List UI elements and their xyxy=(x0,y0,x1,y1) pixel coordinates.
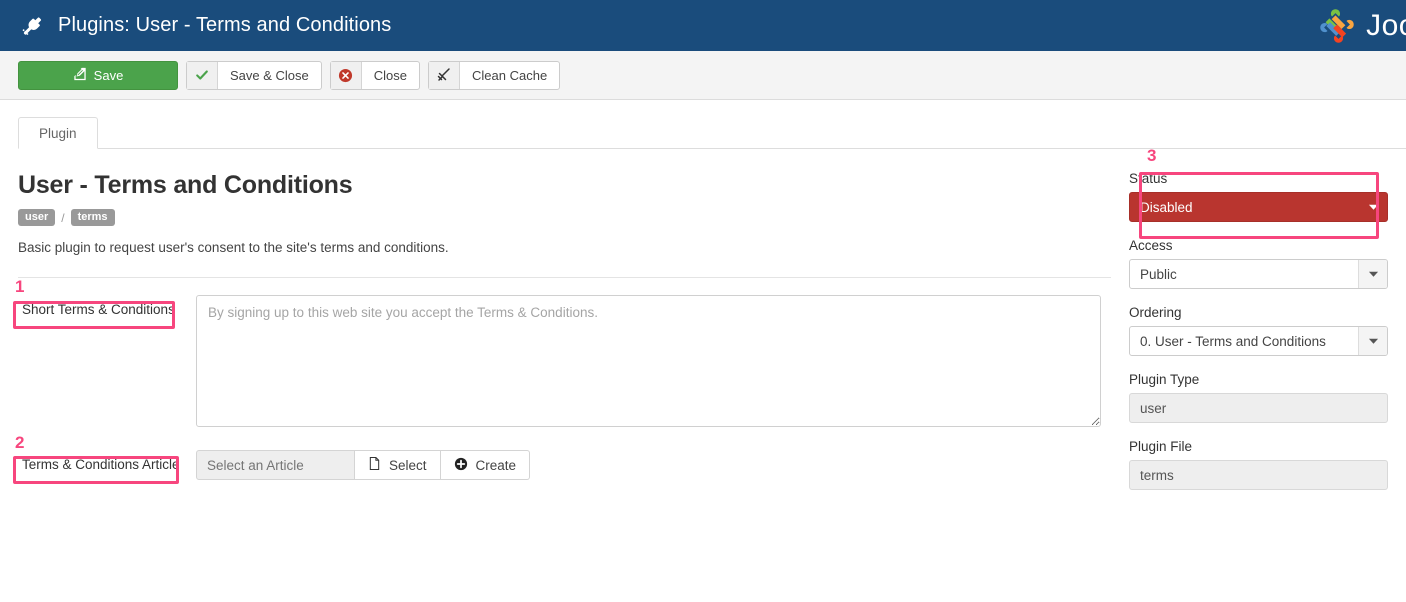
article-input-group: Select Create xyxy=(196,450,1111,481)
sidebar-column: Status Disabled Access Public Ordering 0… xyxy=(1111,149,1388,506)
tab-bar-wrapper: Plugin xyxy=(0,100,1406,149)
badge-separator: / xyxy=(61,210,65,225)
brand-name: Joo xyxy=(1366,8,1406,42)
short-terms-and-conditions-label-box: Short Terms & Conditions xyxy=(18,295,196,320)
plus-circle-icon xyxy=(454,457,468,474)
short-terms-and-conditions-label: Short Terms & Conditions xyxy=(22,302,175,318)
plugin-file-field-group: Plugin File xyxy=(1129,439,1388,490)
status-label: Status xyxy=(1129,171,1168,186)
select-article-button[interactable]: Select xyxy=(355,450,441,481)
short-terms-textarea[interactable] xyxy=(196,295,1101,428)
content-area: User - Terms and Conditions user / terms… xyxy=(0,149,1406,506)
select-article-label: Select xyxy=(389,457,427,473)
status-select[interactable]: Disabled xyxy=(1129,192,1388,222)
chevron-down-icon xyxy=(1358,327,1387,355)
pencil-square-icon xyxy=(73,67,87,84)
tab-plugin[interactable]: Plugin xyxy=(18,117,98,149)
chevron-down-icon xyxy=(1359,193,1387,221)
tab-bar: Plugin xyxy=(18,117,1406,149)
plugin-heading: User - Terms and Conditions xyxy=(18,171,353,199)
chevron-down-icon xyxy=(1358,260,1387,288)
plugin-type-label: Plugin Type xyxy=(1129,372,1200,387)
terms-article-field-wrapper: Select Create xyxy=(196,450,1111,481)
field-row-terms-article: Terms & Conditions Article Select an Art… xyxy=(18,450,1111,481)
access-label: Access xyxy=(1129,238,1173,253)
page-title: Plugins: User - Terms and Conditions xyxy=(58,14,392,36)
circle-x-icon xyxy=(330,61,362,89)
ordering-select-value: 0. User - Terms and Conditions xyxy=(1140,333,1326,349)
joomla-logo xyxy=(1318,7,1356,45)
toolbar: Save Save & Close Close Clean Cache xyxy=(0,51,1406,100)
access-field-group: Access Public xyxy=(1129,238,1388,289)
clean-cache-label: Clean Cache xyxy=(472,67,548,83)
save-button-label: Save xyxy=(93,67,124,83)
section-divider xyxy=(18,277,1111,279)
create-article-button[interactable]: Create xyxy=(440,450,531,481)
field-row-short-terms: Short Terms & Conditions xyxy=(18,295,1111,432)
main-column: User - Terms and Conditions user / terms… xyxy=(18,149,1111,506)
brand-logo-group: Joo xyxy=(1318,0,1406,51)
ordering-select[interactable]: 0. User - Terms and Conditions xyxy=(1129,326,1388,356)
create-article-label: Create xyxy=(475,457,517,473)
file-icon xyxy=(368,456,381,474)
plugin-file-label: Plugin File xyxy=(1129,439,1193,454)
broom-icon xyxy=(429,61,461,89)
terms-and-conditions-article-label-box: Terms & Conditions Article xyxy=(18,450,196,475)
save-and-close-button[interactable]: Save & Close xyxy=(186,60,322,90)
save-and-close-label: Save & Close xyxy=(230,67,309,83)
ordering-label: Ordering xyxy=(1129,305,1182,320)
close-button-label: Close xyxy=(373,67,408,83)
plugin-file-input xyxy=(1129,460,1388,490)
clean-cache-button[interactable]: Clean Cache xyxy=(428,60,561,90)
access-select[interactable]: Public xyxy=(1129,259,1388,289)
article-select-input[interactable] xyxy=(196,450,355,481)
status-field-group: Status Disabled xyxy=(1129,171,1388,222)
ordering-field-group: Ordering 0. User - Terms and Conditions xyxy=(1129,305,1388,356)
badge-plugin-group: user xyxy=(18,209,56,227)
plug-icon xyxy=(18,13,44,39)
save-button[interactable]: Save xyxy=(18,60,178,90)
plugin-type-input xyxy=(1129,393,1388,423)
plugin-description: Basic plugin to request user's consent t… xyxy=(18,240,449,256)
badge-plugin-name: terms xyxy=(70,209,115,227)
short-terms-field-wrapper xyxy=(196,295,1111,432)
close-button[interactable]: Close xyxy=(329,60,421,90)
terms-and-conditions-article-label: Terms & Conditions Article xyxy=(22,457,180,473)
status-select-value: Disabled xyxy=(1140,199,1193,215)
plugin-type-field-group: Plugin Type xyxy=(1129,372,1388,423)
app-header: Plugins: User - Terms and Conditions Joo xyxy=(0,0,1406,51)
plugin-badges: user / terms xyxy=(18,209,1111,227)
access-select-value: Public xyxy=(1140,266,1177,282)
check-icon xyxy=(187,61,218,89)
